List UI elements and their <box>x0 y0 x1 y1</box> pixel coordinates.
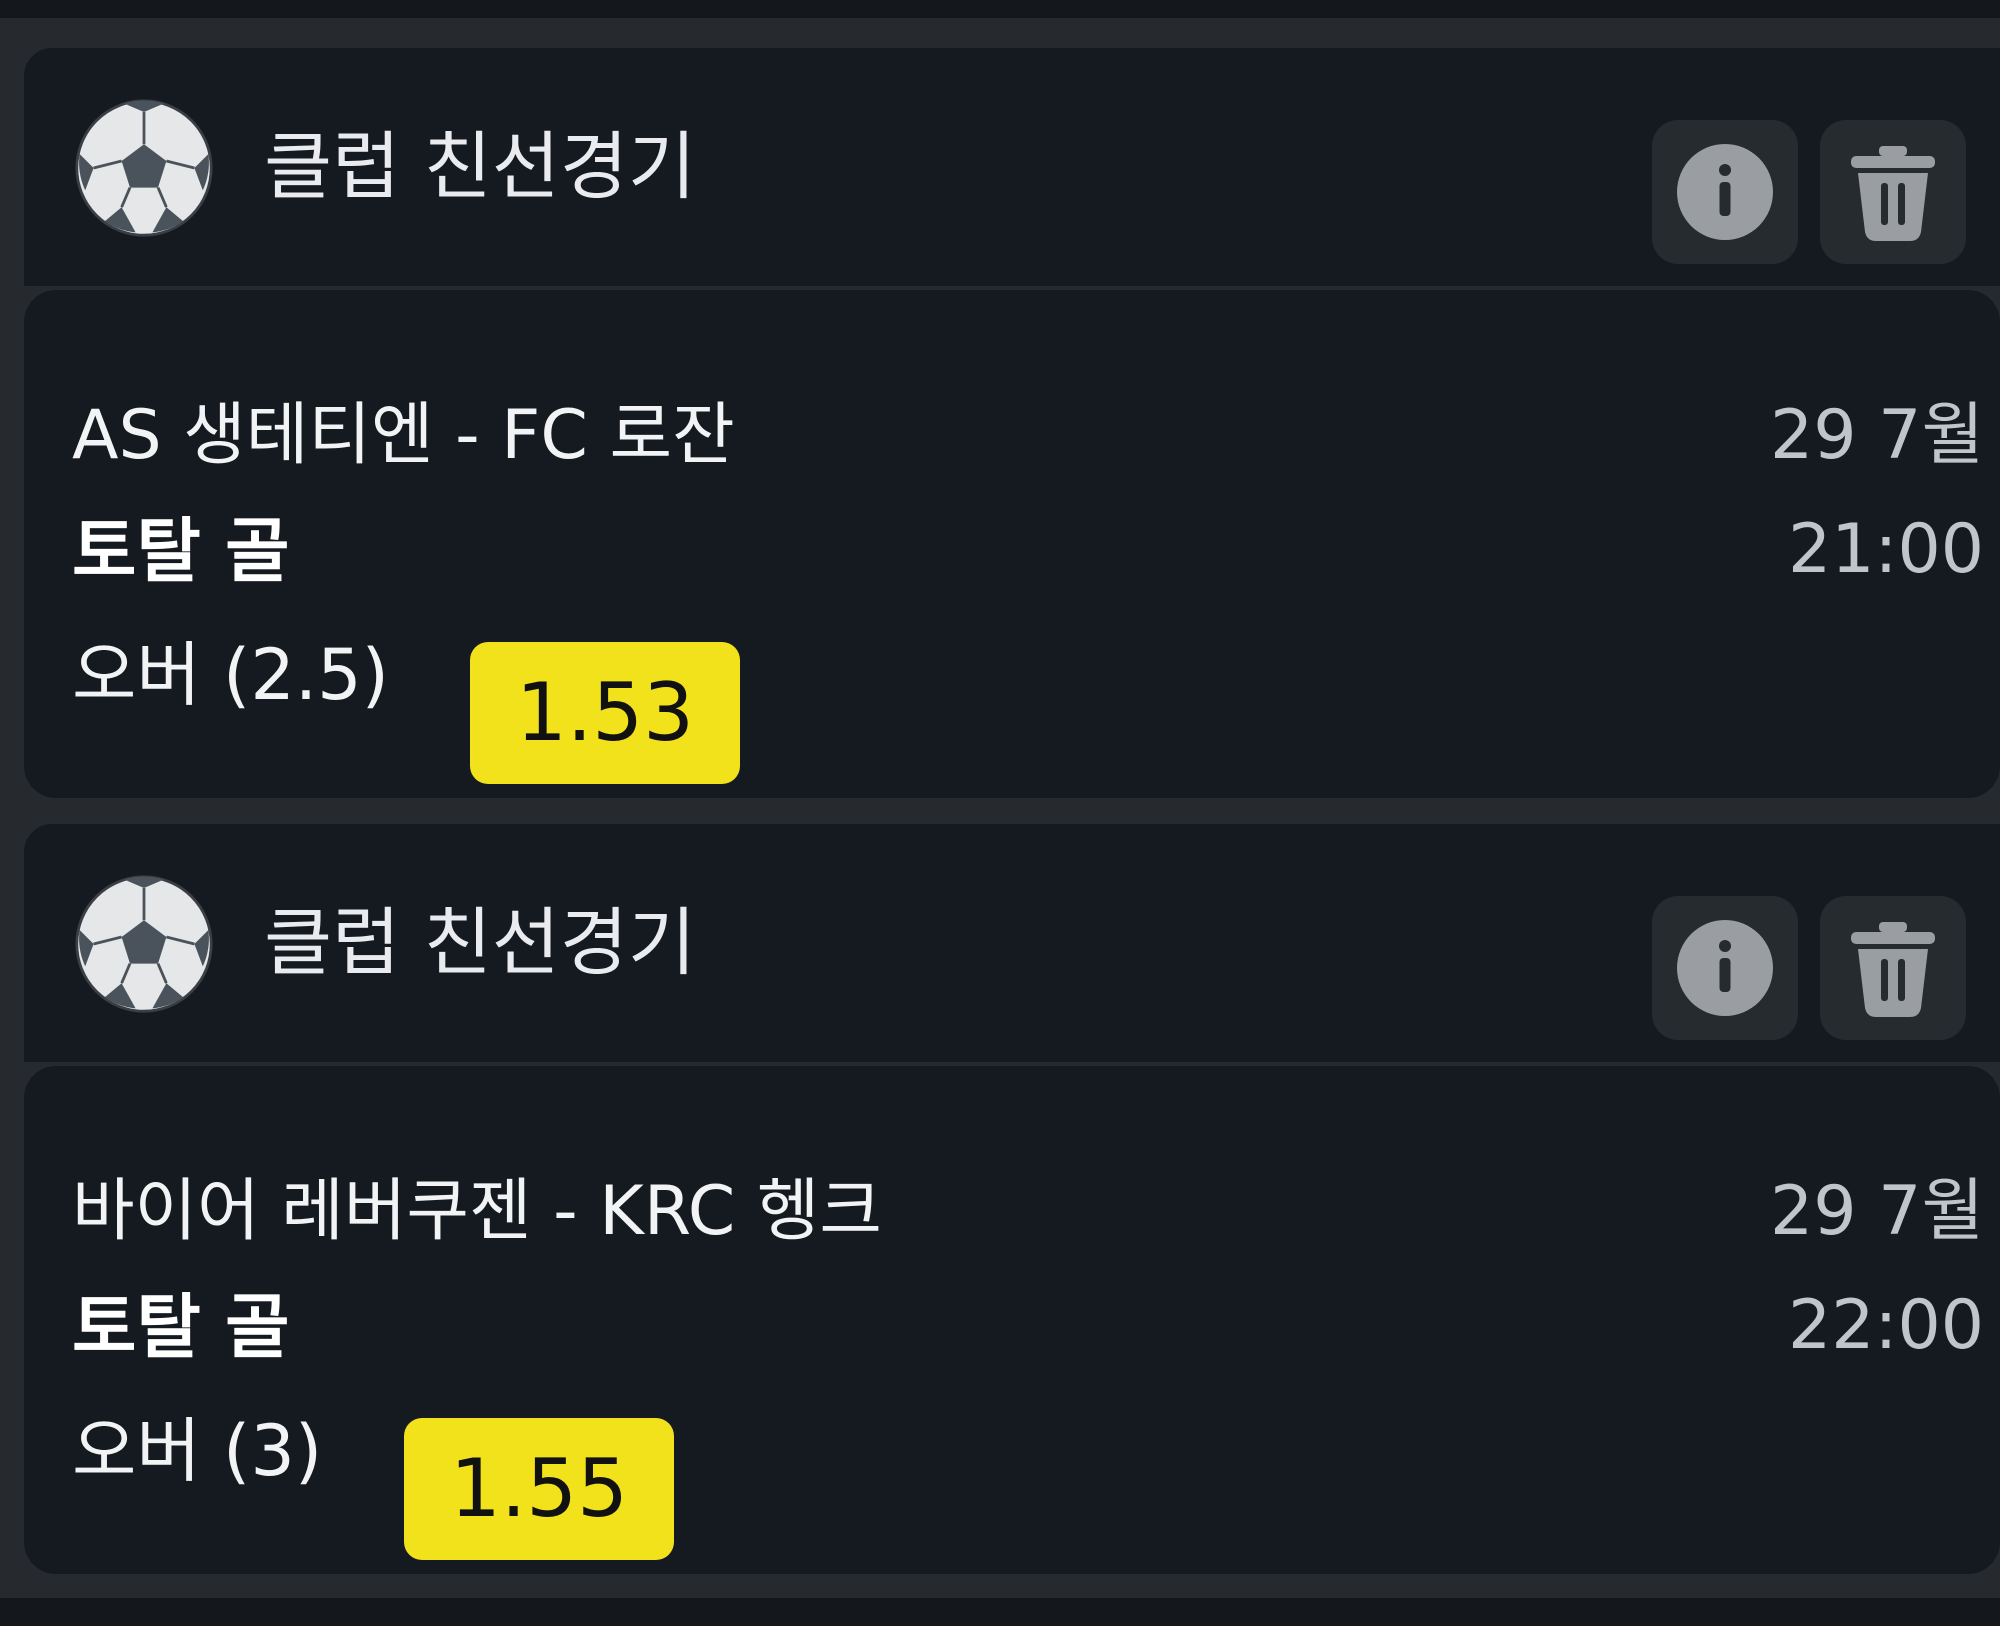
delete-button[interactable] <box>1820 896 1966 1040</box>
delete-button[interactable] <box>1820 120 1966 264</box>
trash-icon <box>1851 922 1935 1017</box>
info-button[interactable] <box>1652 896 1798 1040</box>
selection-label: 오버 (3) <box>72 1410 323 1492</box>
market-name: 토탈 골 <box>72 510 290 592</box>
bet-card-body: AS 생테티엔 - FC 로잔 토탈 골 29 7월 21:00 오버 (2.5… <box>24 290 2000 798</box>
trash-icon <box>1851 146 1935 241</box>
soccer-ball-icon <box>75 875 213 1013</box>
soccer-ball-icon <box>75 99 213 237</box>
match-name: 바이어 레버쿠젠 - KRC 헹크 <box>72 1172 882 1251</box>
bet-card-header: 클럽 친선경기 <box>24 48 2000 286</box>
top-strip <box>0 0 2000 18</box>
selection-label: 오버 (2.5) <box>72 634 389 716</box>
match-time: 22:00 <box>1788 1286 1984 1365</box>
match-name: AS 생테티엔 - FC 로잔 <box>72 396 735 475</box>
match-date: 29 7월 <box>1770 1172 1984 1251</box>
match-time: 21:00 <box>1788 510 1984 589</box>
match-date: 29 7월 <box>1770 396 1984 475</box>
league-name: 클럽 친선경기 <box>264 124 697 210</box>
bottom-strip <box>0 1598 2000 1626</box>
bet-card-body: 바이어 레버쿠젠 - KRC 헹크 토탈 골 29 7월 22:00 오버 (3… <box>24 1066 2000 1574</box>
info-icon <box>1677 920 1773 1016</box>
market-name: 토탈 골 <box>72 1286 290 1368</box>
league-name: 클럽 친선경기 <box>264 900 697 986</box>
bet-card-header: 클럽 친선경기 <box>24 824 2000 1062</box>
odds-button[interactable]: 1.55 <box>404 1418 674 1560</box>
info-button[interactable] <box>1652 120 1798 264</box>
info-icon <box>1677 144 1773 240</box>
odds-button[interactable]: 1.53 <box>470 642 740 784</box>
